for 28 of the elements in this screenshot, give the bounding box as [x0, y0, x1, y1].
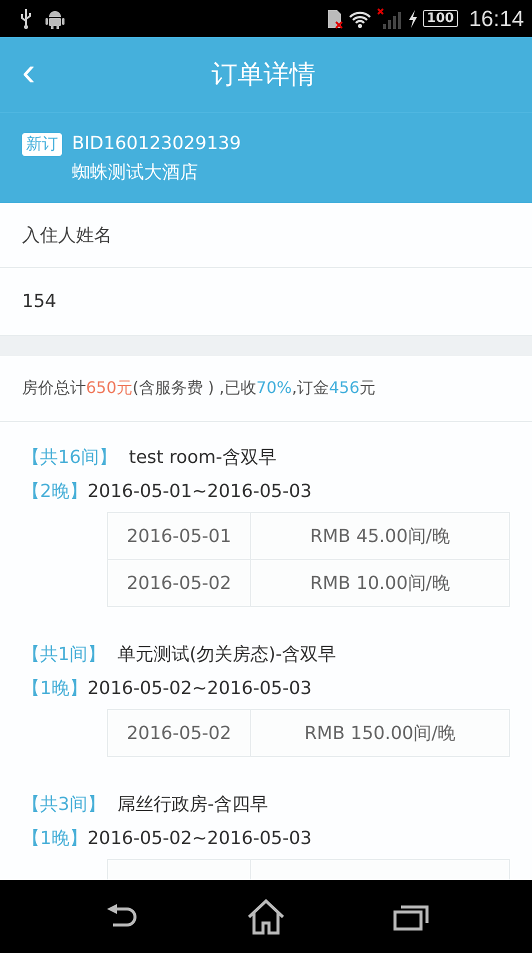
price-summary: 房价总计650元(含服务费 ) ,已收70%,订金456元	[22, 378, 376, 399]
table-cell: 2016-05-02	[108, 560, 251, 606]
guest-name-value: 154	[22, 291, 56, 312]
clock: 16:14	[468, 6, 524, 32]
room-count: 【共3间】	[22, 793, 106, 816]
table-cell: 2016-05-01	[108, 513, 251, 559]
table-cell-text: RMB 10.00间/晚	[309, 572, 451, 596]
table-cell-text: RMB 150.00间/晚	[303, 722, 457, 746]
room-name: test room-含双早	[128, 446, 276, 469]
room-count: 【共16间】	[22, 446, 117, 469]
back-button[interactable]: ‹	[0, 52, 52, 98]
room-name: 屌丝行政房-含四早	[117, 793, 268, 816]
order-status-badge: 新订	[22, 133, 62, 156]
room-count: 【共1间】	[22, 643, 106, 666]
room-name: 单元测试(勿关房态)-含双早	[117, 643, 336, 666]
table-cell-text: RMB 45.00间/晚	[309, 525, 451, 549]
night-count: 【1晚】	[22, 677, 88, 700]
night-count: 【1晚】	[22, 827, 88, 850]
stay-dates: 2016-05-01~2016-05-03	[87, 480, 312, 502]
hotel-name: 蜘蛛测试大酒店	[72, 161, 199, 184]
battery-level: 100	[422, 10, 458, 27]
stay-dates: 2016-05-02~2016-05-03	[87, 678, 312, 698]
table-cell: 2016-05-02	[108, 710, 251, 756]
night-count: 【2晚】	[22, 480, 88, 503]
order-number: BID160123029139	[72, 133, 241, 154]
stay-dates: 2016-05-02~2016-05-03	[87, 828, 312, 848]
guest-name-label: 入住人姓名	[22, 224, 112, 247]
page-title: 订单详情	[210, 59, 317, 92]
